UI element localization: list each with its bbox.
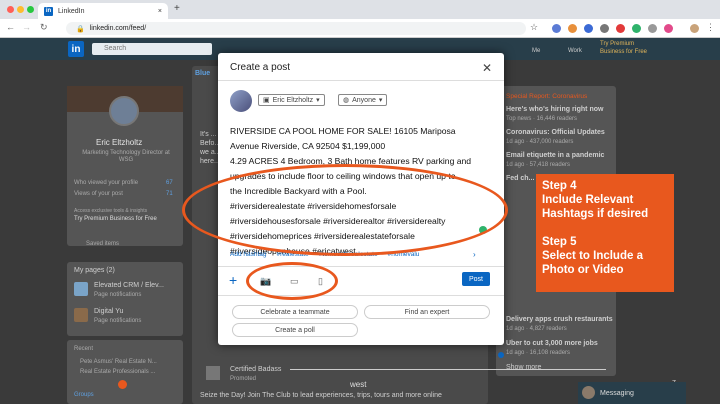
page-name-2[interactable]: Digital Yu bbox=[94, 308, 123, 315]
avatar bbox=[582, 386, 595, 399]
page-logo-icon bbox=[74, 282, 88, 296]
news-meta: 1d ago · 16,108 readers bbox=[506, 350, 571, 356]
news-item[interactable]: Coronavirus: Official Updates bbox=[506, 129, 605, 136]
page-notifications-1[interactable]: Page notifications bbox=[94, 292, 141, 298]
user-icon: ▣ bbox=[263, 97, 270, 104]
back-arrow-icon[interactable]: ← bbox=[6, 22, 15, 32]
page-logo-icon bbox=[74, 308, 88, 322]
premium-promo[interactable]: Try Premium Business for Free bbox=[74, 216, 174, 223]
close-tab-icon[interactable]: × bbox=[158, 8, 162, 15]
feed-heading: Blue bbox=[195, 70, 211, 77]
search-input[interactable]: Search bbox=[92, 43, 212, 55]
work-menu[interactable]: Work bbox=[568, 48, 582, 54]
browser-menu-icon[interactable]: ⋮ bbox=[706, 22, 715, 33]
profile-avatar-icon[interactable] bbox=[690, 24, 699, 33]
url-text: linkedin.com/feed/ bbox=[89, 25, 147, 32]
close-icon[interactable]: ✕ bbox=[482, 61, 492, 75]
viewed-count: 67 bbox=[166, 180, 173, 186]
avatar[interactable] bbox=[109, 96, 139, 126]
browser-tab[interactable]: in LinkedIn × bbox=[38, 3, 168, 19]
profile-name[interactable]: Eric Eltzholtz bbox=[96, 138, 142, 147]
news-title: Special Report: Coronavirus bbox=[506, 93, 588, 100]
groups-link[interactable]: Groups bbox=[74, 392, 94, 398]
modal-title: Create a post bbox=[230, 62, 291, 73]
premium-link[interactable]: Try Premium Business for Free bbox=[600, 40, 647, 56]
extension-icon[interactable] bbox=[568, 24, 577, 33]
extension-icon[interactable] bbox=[632, 24, 641, 33]
maximize-window-dot[interactable] bbox=[27, 6, 34, 13]
celebrate-teammate-button[interactable]: Celebrate a teammate bbox=[232, 305, 358, 319]
post-button[interactable]: Post bbox=[462, 272, 490, 286]
annotation-callout: Step 4 Include Relevant Hashtags if desi… bbox=[536, 174, 674, 292]
avatar bbox=[230, 90, 252, 112]
recent-item[interactable]: Real Estate Professionals ... bbox=[80, 369, 155, 375]
create-poll-button[interactable]: Create a poll bbox=[232, 323, 358, 337]
new-tab-button[interactable]: + bbox=[174, 3, 180, 14]
views-count: 71 bbox=[166, 191, 173, 197]
news-item[interactable]: Fed ch... bbox=[506, 175, 534, 182]
slide-caption: west bbox=[350, 380, 367, 389]
media-highlight-ellipse bbox=[246, 262, 338, 300]
lock-icon: 🔒 bbox=[76, 25, 85, 33]
news-meta: 1d ago · 57,418 readers bbox=[506, 162, 571, 168]
url-bar[interactable]: 🔒 linkedin.com/feed/ bbox=[66, 22, 526, 35]
access-text: Access exclusive tools & insights bbox=[74, 208, 148, 214]
chevron-down-icon: ▾ bbox=[378, 97, 383, 104]
extension-icon[interactable] bbox=[600, 24, 609, 33]
add-hashtag-button[interactable]: Add hashtag bbox=[230, 251, 267, 258]
divider bbox=[218, 80, 504, 81]
extension-icon[interactable] bbox=[552, 24, 561, 33]
advertiser-name[interactable]: Certified Badass bbox=[230, 366, 281, 373]
tab-title: LinkedIn bbox=[58, 7, 85, 15]
linkedin-logo-icon[interactable]: in bbox=[68, 41, 84, 57]
visibility-selector[interactable]: ◍ Anyone ▾ bbox=[338, 94, 388, 106]
visibility-label: Anyone bbox=[352, 96, 376, 104]
notification-badge bbox=[118, 380, 127, 389]
bullet-dot bbox=[498, 352, 504, 358]
forward-arrow-icon[interactable]: → bbox=[22, 22, 31, 32]
post-views-link[interactable]: Views of your post bbox=[74, 191, 123, 197]
add-content-icon[interactable]: + bbox=[229, 272, 237, 288]
extension-icon[interactable] bbox=[664, 24, 673, 33]
recent-item[interactable]: Pete Asmus' Real Estate N... bbox=[80, 359, 157, 365]
minimize-window-dot[interactable] bbox=[17, 6, 24, 13]
chevron-right-icon[interactable]: › bbox=[473, 250, 476, 259]
author-selector[interactable]: ▣ Eric Eltzholtz ▾ bbox=[258, 94, 325, 106]
author-name: Eric Eltzholtz bbox=[272, 96, 314, 104]
who-viewed-link[interactable]: Who viewed your profile bbox=[74, 180, 138, 186]
promoted-label: Promoted bbox=[230, 376, 257, 382]
news-item[interactable]: Uber to cut 3,000 more jobs bbox=[506, 340, 598, 347]
globe-icon: ◍ bbox=[343, 97, 350, 104]
news-meta: Top news · 16,446 readers bbox=[506, 116, 578, 122]
news-meta: 1d ago · 437,000 readers bbox=[506, 139, 574, 145]
news-item[interactable]: Here's who's hiring right now bbox=[506, 106, 603, 113]
linkedin-favicon-icon: in bbox=[44, 6, 53, 16]
page-notifications-2[interactable]: Page notifications bbox=[94, 318, 141, 324]
profile-headline: Marketing Technology Director at WSG bbox=[82, 150, 170, 163]
bookmark-star-icon[interactable]: ☆ bbox=[530, 22, 538, 33]
find-expert-button[interactable]: Find an expert bbox=[364, 305, 490, 319]
messaging-label: Messaging bbox=[600, 389, 634, 397]
close-window-dot[interactable] bbox=[7, 6, 14, 13]
hashtag-highlight-ellipse bbox=[182, 164, 508, 256]
page-name-1[interactable]: Elevated CRM / Elev... bbox=[94, 282, 164, 289]
chevron-down-icon: ▾ bbox=[316, 97, 320, 104]
pages-title: My pages (2) bbox=[74, 267, 115, 274]
extension-icon[interactable] bbox=[648, 24, 657, 33]
ad-body: Seize the Day! Join The Club to lead exp… bbox=[200, 392, 442, 399]
news-item[interactable]: Delivery apps crush restaurants bbox=[506, 316, 613, 323]
extension-icon[interactable] bbox=[584, 24, 593, 33]
news-item[interactable]: Email etiquette in a pandemic bbox=[506, 152, 604, 159]
me-menu[interactable]: Me bbox=[532, 48, 540, 54]
extension-icon[interactable] bbox=[616, 24, 625, 33]
news-meta: 1d ago · 4,827 readers bbox=[506, 326, 567, 332]
reload-icon[interactable]: ↻ bbox=[40, 22, 48, 33]
slide-rule bbox=[290, 369, 606, 370]
recent-title: Recent bbox=[74, 346, 94, 352]
saved-items-link[interactable]: Saved items bbox=[86, 241, 119, 247]
advertiser-logo bbox=[206, 366, 220, 380]
